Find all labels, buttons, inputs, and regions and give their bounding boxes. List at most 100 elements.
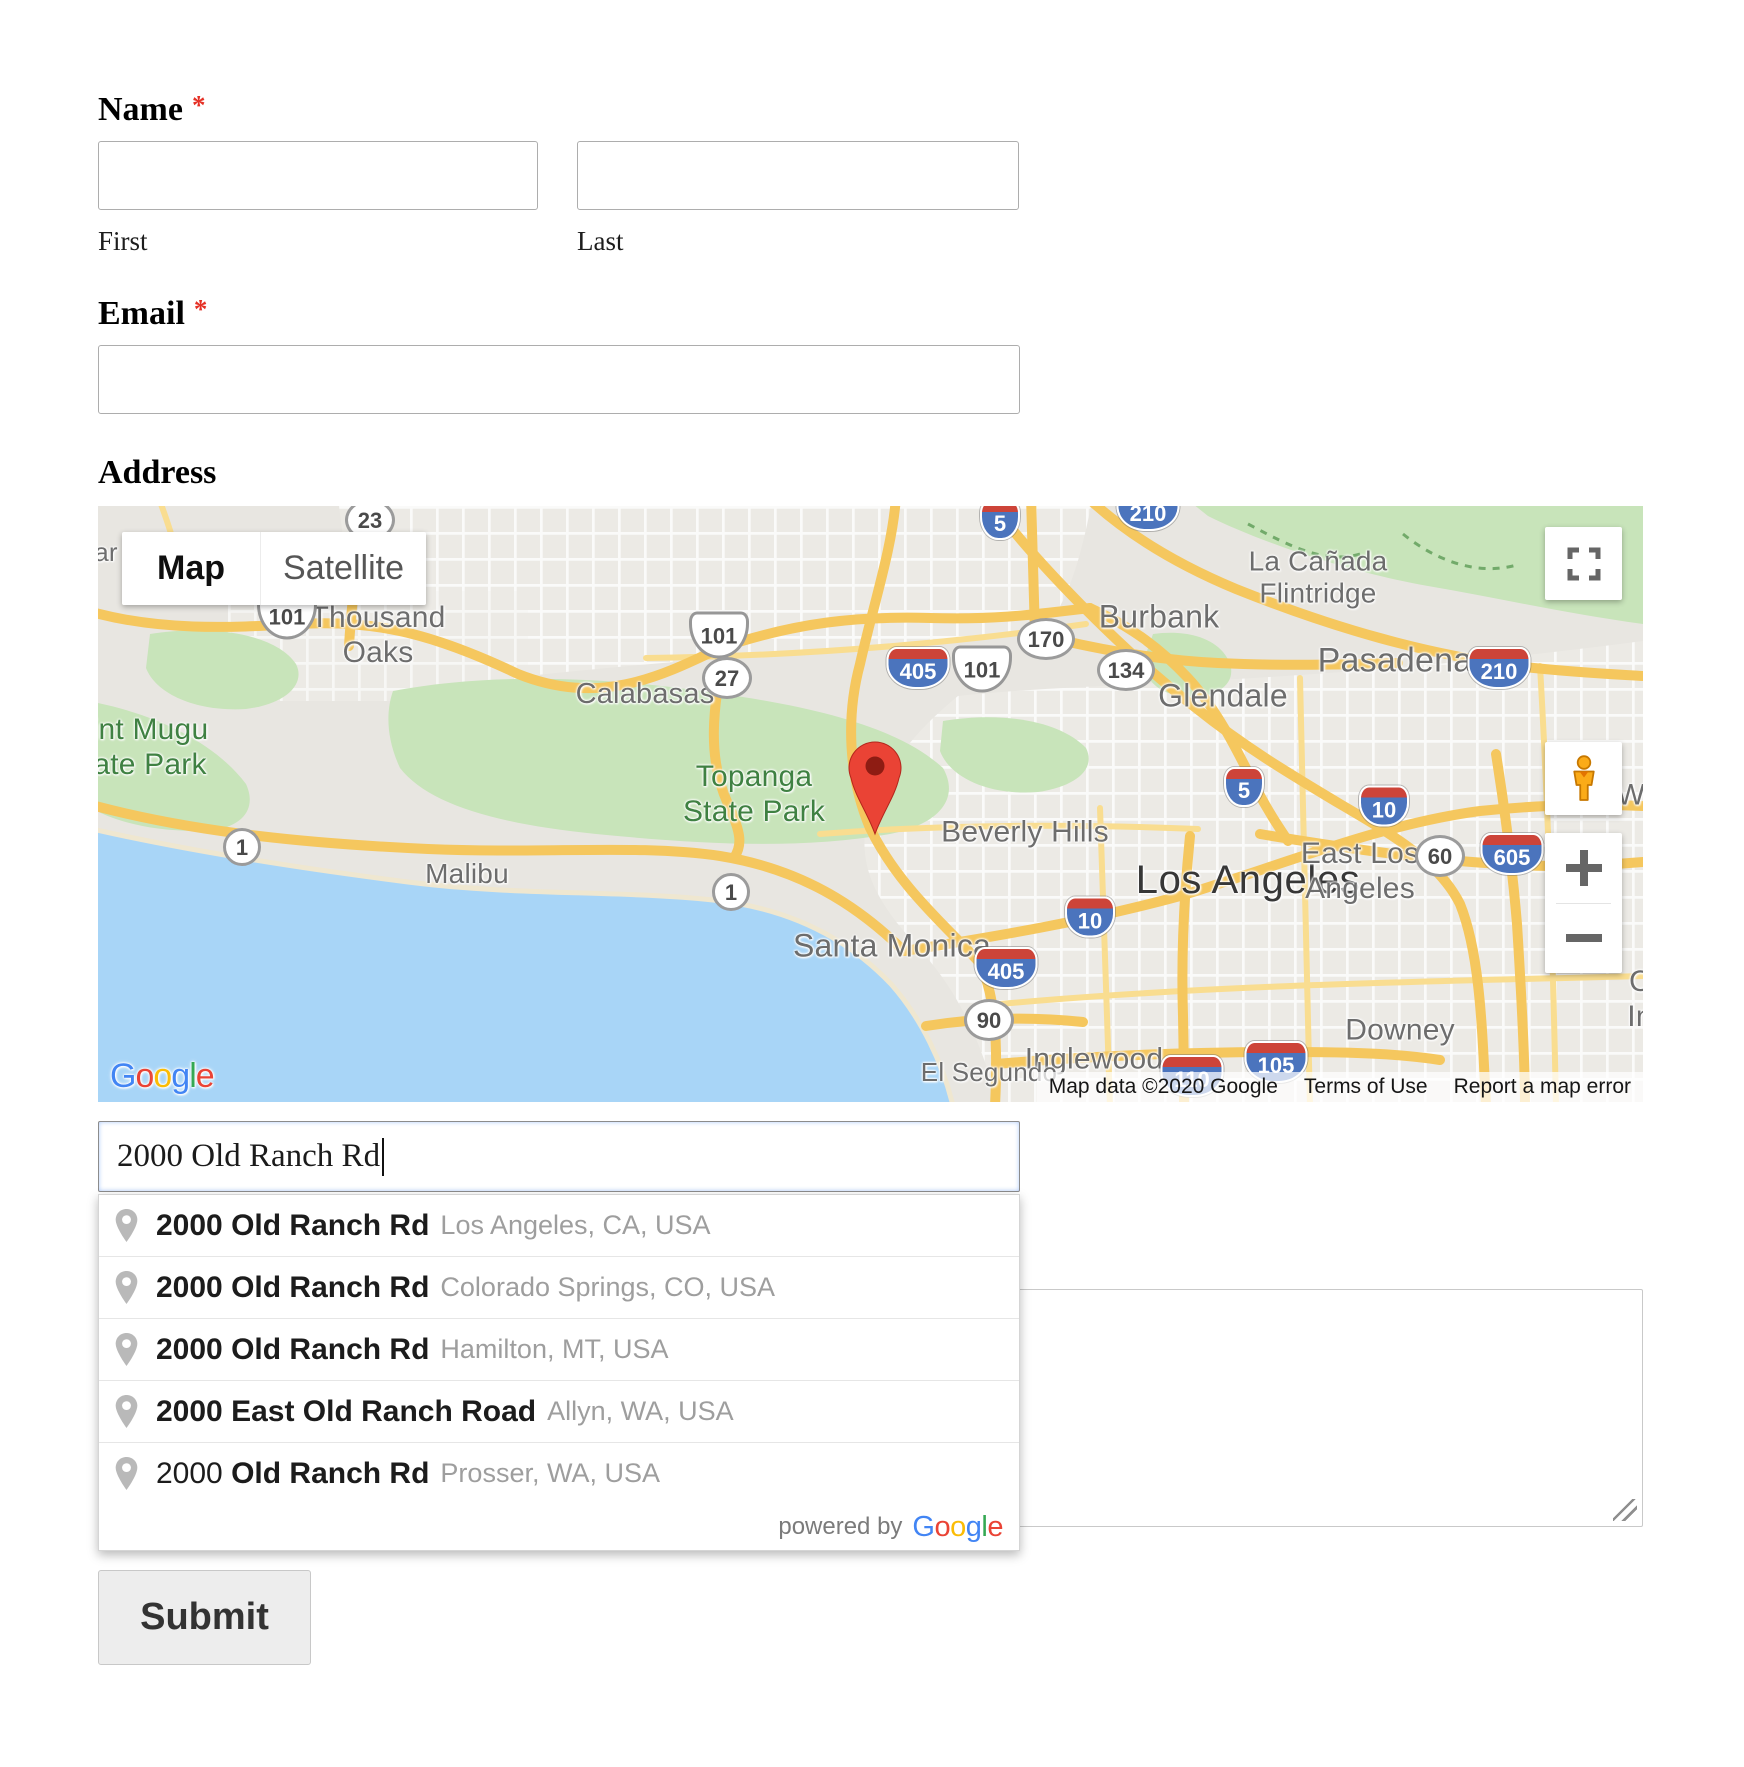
suggestion-item[interactable]: 2000 Old Ranch Rd Colorado Springs, CO, U… bbox=[99, 1256, 1019, 1318]
suggestion-secondary-text: Colorado Springs, CO, USA bbox=[440, 1272, 775, 1303]
place-pin-icon bbox=[114, 1456, 139, 1491]
map-label-malibu: Malibu bbox=[425, 858, 509, 890]
name-label-text: Name bbox=[98, 91, 183, 128]
pegman-icon bbox=[1566, 755, 1602, 803]
suggestion-secondary-text: Allyn, WA, USA bbox=[547, 1396, 734, 1427]
report-map-error-link[interactable]: Report a map error bbox=[1454, 1075, 1631, 1099]
address-input-value: 2000 Old Ranch Rd bbox=[117, 1138, 380, 1175]
zoom-control bbox=[1545, 833, 1622, 973]
email-input[interactable] bbox=[98, 345, 1020, 414]
google-letter: G bbox=[110, 1057, 135, 1095]
place-pin-icon bbox=[114, 1394, 139, 1429]
map-label-thousand: ThousandOaks bbox=[310, 601, 445, 671]
map-label-c: CIn bbox=[1627, 965, 1643, 1035]
map-label-la-ca-ada: La CañadaFlintridge bbox=[1249, 546, 1388, 611]
google-wordmark: Google bbox=[912, 1511, 1003, 1544]
map-canvas[interactable]: ThousandOaks Calabasas TopangaState Park in… bbox=[98, 506, 1643, 1102]
required-asterisk: * bbox=[192, 90, 206, 120]
map-type-control: Map Satellite bbox=[122, 532, 426, 605]
google-letter: g bbox=[966, 1511, 982, 1543]
suggestion-item[interactable]: 2000 Old Ranch Rd Los Angeles, CA, USA bbox=[99, 1195, 1019, 1256]
textarea-resize-handle[interactable] bbox=[1613, 1499, 1637, 1521]
suggestion-secondary-text: Los Angeles, CA, USA bbox=[440, 1210, 710, 1241]
place-pin-icon bbox=[114, 1456, 139, 1491]
satellite-view-button[interactable]: Satellite bbox=[260, 532, 426, 605]
address-suggestions-dropdown: 2000 Old Ranch Rd Los Angeles, CA, USA 20… bbox=[98, 1194, 1020, 1551]
google-letter: o bbox=[934, 1511, 950, 1543]
google-letter: o bbox=[153, 1057, 171, 1095]
map-label-topanga: TopangaState Park bbox=[683, 760, 825, 830]
suggestion-main-text: 2000 East Old Ranch Road bbox=[156, 1395, 536, 1429]
route-shield-90: 90 bbox=[964, 999, 1014, 1041]
powered-by-google: powered by Google bbox=[99, 1504, 1019, 1550]
suggestion-item[interactable]: 2000 Old Ranch Rd Prosser, WA, USA bbox=[99, 1442, 1019, 1504]
name-label: Name * bbox=[98, 90, 205, 129]
address-label: Address bbox=[98, 454, 216, 492]
map-label-santa-monica: Santa Monica bbox=[793, 927, 991, 964]
suggestion-main-text: Old Ranch Rd bbox=[231, 1457, 429, 1491]
google-letter: G bbox=[912, 1511, 934, 1543]
google-letter: e bbox=[196, 1057, 214, 1095]
map-label-calabasas: Calabasas bbox=[576, 678, 715, 712]
suggestion-item[interactable]: 2000 East Old Ranch Road Allyn, WA, USA bbox=[99, 1380, 1019, 1442]
fullscreen-icon bbox=[1567, 547, 1601, 581]
address-input[interactable]: 2000 Old Ranch Rd bbox=[98, 1121, 1020, 1192]
last-name-input[interactable] bbox=[577, 141, 1019, 210]
google-letter: o bbox=[135, 1057, 153, 1095]
suggestion-main-text: 2000 Old Ranch Rd bbox=[156, 1333, 429, 1367]
suggestion-list: 2000 Old Ranch Rd Los Angeles, CA, USA 20… bbox=[99, 1195, 1019, 1504]
place-pin-icon bbox=[114, 1332, 139, 1367]
text-caret bbox=[382, 1138, 384, 1176]
place-pin-icon bbox=[114, 1332, 139, 1367]
plus-icon bbox=[1580, 850, 1588, 886]
map-marker[interactable] bbox=[845, 736, 905, 840]
route-shield-1: 1 bbox=[223, 828, 261, 866]
google-letter: g bbox=[171, 1057, 189, 1095]
zoom-out-button[interactable] bbox=[1545, 904, 1622, 974]
first-name-sublabel: First bbox=[98, 226, 148, 257]
place-pin-icon bbox=[114, 1270, 139, 1305]
zoom-in-button[interactable] bbox=[1545, 833, 1622, 903]
map-label-east-los: East LosAngeles bbox=[1301, 837, 1419, 907]
map-label-beverly-hills: Beverly Hills bbox=[941, 816, 1109, 851]
powered-by-text: powered by bbox=[778, 1513, 902, 1541]
map-data-text: Map data ©2020 Google bbox=[1049, 1075, 1278, 1099]
google-letter: e bbox=[987, 1511, 1003, 1543]
contact-form-page: Name * First Last Email * Address bbox=[0, 0, 1744, 1767]
map-label-int-mugu: int Muguate Park bbox=[98, 713, 208, 783]
route-shield-134: 134 bbox=[1097, 649, 1155, 691]
terms-of-use-link[interactable]: Terms of Use bbox=[1304, 1075, 1428, 1099]
route-shield-170: 170 bbox=[1017, 618, 1075, 660]
route-shield-60: 60 bbox=[1415, 835, 1465, 877]
last-name-sublabel: Last bbox=[577, 226, 624, 257]
google-logo[interactable]: Google bbox=[110, 1057, 214, 1096]
suggestion-main-text: 2000 Old Ranch Rd bbox=[156, 1271, 429, 1305]
email-label: Email * bbox=[98, 294, 207, 333]
suggestion-prefix: 2000 bbox=[156, 1457, 231, 1491]
place-pin-icon bbox=[114, 1270, 139, 1305]
suggestion-secondary-text: Prosser, WA, USA bbox=[440, 1458, 660, 1489]
route-shield-1: 1 bbox=[712, 873, 750, 911]
suggestion-main-text: 2000 Old Ranch Rd bbox=[156, 1209, 429, 1243]
route-shield-27: 27 bbox=[702, 657, 752, 699]
suggestion-item[interactable]: 2000 Old Ranch Rd Hamilton, MT, USA bbox=[99, 1318, 1019, 1380]
map-label-downey: Downey bbox=[1345, 1014, 1455, 1049]
google-letter: o bbox=[950, 1511, 966, 1543]
minus-icon bbox=[1566, 934, 1602, 942]
pegman-button[interactable] bbox=[1545, 742, 1622, 815]
first-name-input[interactable] bbox=[98, 141, 538, 210]
map-label-pasadena: Pasadena bbox=[1318, 641, 1473, 680]
map-view-button[interactable]: Map bbox=[122, 532, 260, 605]
required-asterisk: * bbox=[194, 294, 208, 324]
place-pin-icon bbox=[114, 1208, 139, 1243]
map-label-glendale: Glendale bbox=[1158, 677, 1288, 714]
map-label-ar: ar bbox=[98, 537, 118, 567]
submit-button[interactable]: Submit bbox=[98, 1570, 311, 1665]
email-label-text: Email bbox=[98, 295, 185, 332]
fullscreen-button[interactable] bbox=[1545, 527, 1622, 600]
place-pin-icon bbox=[114, 1208, 139, 1243]
map-label-burbank: Burbank bbox=[1099, 598, 1220, 635]
map-attribution: Map data ©2020 Google Terms of Use Repor… bbox=[1037, 1072, 1643, 1102]
place-pin-icon bbox=[114, 1394, 139, 1429]
suggestion-secondary-text: Hamilton, MT, USA bbox=[440, 1334, 668, 1365]
